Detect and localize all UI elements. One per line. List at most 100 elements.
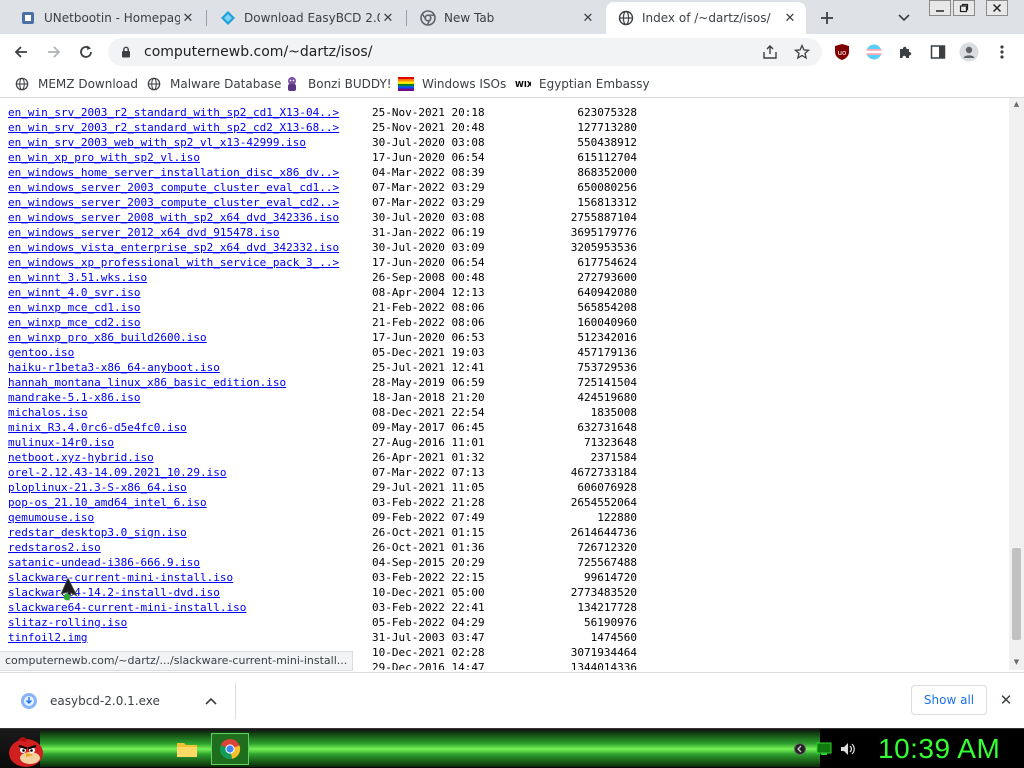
more-menu-icon[interactable] xyxy=(992,42,1012,62)
listing-row: redstar_desktop3.0_sign.iso 26-Oct-2021 0… xyxy=(8,525,648,540)
maximize-button[interactable] xyxy=(953,0,975,16)
file-link[interactable]: minix_R3.4.0rc6-d5e4fc0.iso xyxy=(8,420,187,435)
show-hidden-icons-icon[interactable] xyxy=(792,741,808,757)
scroll-up-arrow-icon[interactable]: ▲ xyxy=(1012,100,1021,109)
close-tab-icon[interactable]: ✕ xyxy=(180,10,196,26)
new-tab-button[interactable] xyxy=(815,6,839,30)
file-size: 550438912 xyxy=(577,136,637,149)
file-link[interactable]: en_windows_home_server_installation_disc… xyxy=(8,165,339,180)
file-link[interactable]: ploplinux-21.3-S-x86_64.iso xyxy=(8,480,187,495)
file-date: 04-Mar-2022 08:39 xyxy=(372,166,485,179)
file-date: 17-Jun-2020 06:54 xyxy=(372,256,485,269)
file-link[interactable]: satanic-undead-i386-666.9.iso xyxy=(8,555,200,570)
bookmark-windows-isos[interactable]: Windows ISOs xyxy=(398,74,506,94)
file-link[interactable]: slitaz-rolling.iso xyxy=(8,615,127,630)
share-icon[interactable] xyxy=(762,44,778,60)
file-link[interactable]: en_win_srv_2003_r2_standard_with_sp2_cd2… xyxy=(8,120,339,135)
scroll-down-arrow-icon[interactable]: ▼ xyxy=(1012,658,1021,667)
file-link[interactable]: en_winxp_mce_cd1.iso xyxy=(8,300,140,315)
file-link[interactable]: orel-2.12.43-14.09.2021_10.29.iso xyxy=(8,465,227,480)
file-link[interactable]: en_winxp_mce_cd2.iso xyxy=(8,315,140,330)
network-icon[interactable] xyxy=(816,741,832,757)
forward-arrow-icon xyxy=(48,46,61,58)
file-date: 28-May-2019 06:59 xyxy=(372,376,485,389)
file-link[interactable]: redstaros2.iso xyxy=(8,540,101,555)
close-shelf-icon[interactable]: ✕ xyxy=(995,689,1017,711)
bookmark-bonzi-buddy[interactable]: Bonzi BUDDY! xyxy=(284,74,392,94)
file-link[interactable]: en_windows_server_2003_compute_cluster_e… xyxy=(8,180,339,195)
file-link[interactable]: en_winnt_3.51.wks.iso xyxy=(8,270,147,285)
chrome-taskbar-icon[interactable] xyxy=(211,733,249,765)
profile-avatar-icon[interactable] xyxy=(959,42,979,62)
file-link[interactable]: haiku-r1beta3-x86_64-anyboot.iso xyxy=(8,360,220,375)
file-link[interactable]: slackware64-current-mini-install.iso xyxy=(8,600,246,615)
file-link[interactable]: en_windows_xp_professional_with_service_… xyxy=(8,255,339,270)
listing-row: redstaros2.iso 26-Oct-2021 01:36 726712320 xyxy=(8,540,648,555)
close-tab-icon[interactable]: ✕ xyxy=(580,10,596,26)
lock-icon[interactable] xyxy=(118,44,134,60)
scrollbar-thumb[interactable] xyxy=(1012,548,1021,640)
file-link[interactable]: qemumouse.iso xyxy=(8,510,94,525)
show-all-button[interactable]: Show all xyxy=(911,685,987,715)
address-bar[interactable]: computernewb.com/~dartz/isos/ xyxy=(108,38,822,66)
vertical-scrollbar[interactable]: ▲ ▼ xyxy=(1009,98,1024,670)
file-size: 4672733184 xyxy=(570,466,637,479)
bookmark-malware-database[interactable]: Malware Database xyxy=(146,74,281,94)
extensions-puzzle-icon[interactable] xyxy=(896,42,916,62)
file-link[interactable]: en_winxp_pro_x86_build2600.iso xyxy=(8,330,207,345)
file-link[interactable]: en_windows_server_2008_with_sp2_x64_dvd_… xyxy=(8,210,339,225)
close-window-button[interactable] xyxy=(986,0,1008,16)
close-tab-icon[interactable]: ✕ xyxy=(380,10,396,26)
file-link[interactable]: hannah_montana_linux_x86_basic_edition.i… xyxy=(8,375,286,390)
bookmark-star-icon[interactable] xyxy=(794,44,810,60)
reload-button[interactable] xyxy=(74,40,98,64)
ublock-origin-icon[interactable]: uo xyxy=(832,42,852,62)
file-explorer-icon[interactable] xyxy=(168,733,206,765)
tab-new-tab[interactable]: New Tab ✕ xyxy=(408,2,604,34)
file-link[interactable]: en_windows_server_2003_compute_cluster_e… xyxy=(8,195,339,210)
start-button-angry-bird-icon[interactable] xyxy=(6,731,46,768)
close-tab-icon[interactable]: ✕ xyxy=(782,10,798,26)
url-text[interactable]: computernewb.com/~dartz/isos/ xyxy=(144,44,372,60)
file-link[interactable]: en_win_srv_2003_web_with_sp2_vl_x13-4299… xyxy=(8,135,306,150)
download-item[interactable]: easybcd-2.0.1.exe xyxy=(12,683,236,719)
file-link[interactable]: en_windows_vista_enterprise_sp2_x64_dvd_… xyxy=(8,240,339,255)
bookmark-egyptian-embassy[interactable]: WIX Egyptian Embassy xyxy=(515,74,650,94)
file-link[interactable]: gentoo.iso xyxy=(8,345,74,360)
tab-search-chevron-icon[interactable] xyxy=(894,8,914,28)
file-link[interactable]: mulinux-14r0.iso xyxy=(8,435,114,450)
file-link[interactable]: en_win_srv_2003_r2_standard_with_sp2_cd1… xyxy=(8,105,339,120)
file-link[interactable]: slackware-current-mini-install.iso xyxy=(8,570,233,585)
listing-row: ploplinux-21.3-S-x86_64.iso 29-Jul-2021 1… xyxy=(8,480,648,495)
file-date: 05-Dec-2021 19:03 xyxy=(372,346,485,359)
file-link[interactable]: en_win_xp_pro_with_sp2_vl.iso xyxy=(8,150,200,165)
browser-toolbar: computernewb.com/~dartz/isos/ uo xyxy=(0,34,1024,70)
listing-row: en_windows_server_2003_compute_cluster_e… xyxy=(8,180,648,195)
file-link[interactable]: en_winnt_4.0_svr.iso xyxy=(8,285,140,300)
tab-index-of-isos[interactable]: Index of /~dartz/isos/ ✕ xyxy=(606,2,806,34)
bookmark-memz-download[interactable]: MEMZ Download xyxy=(14,74,138,94)
side-panel-icon[interactable] xyxy=(928,42,948,62)
file-link[interactable]: tinfoil2.img xyxy=(8,630,87,645)
forward-button[interactable] xyxy=(42,40,66,64)
file-link[interactable]: en_windows_server_2012_x64_dvd_915478.is… xyxy=(8,225,280,240)
minimize-button[interactable] xyxy=(929,0,951,16)
file-size: 606076928 xyxy=(577,481,637,494)
tab-unetbootin[interactable]: UNetbootin - Homepage ✕ xyxy=(8,2,204,34)
trans-flag-extension-icon[interactable] xyxy=(864,42,884,62)
file-link[interactable]: slackware64-14.2-install-dvd.iso xyxy=(8,585,220,600)
file-size: 2773483520 xyxy=(570,586,637,599)
chevron-up-icon[interactable] xyxy=(199,689,223,713)
file-size: 1835008 xyxy=(590,406,637,419)
volume-icon[interactable] xyxy=(840,741,856,757)
back-button[interactable] xyxy=(9,40,33,64)
file-date: 31-Jul-2003 03:47 xyxy=(372,631,485,644)
file-link[interactable]: mandrake-5.1-x86.iso xyxy=(8,390,140,405)
file-link[interactable]: netboot.xyz-hybrid.iso xyxy=(8,450,154,465)
file-link[interactable]: redstar_desktop3.0_sign.iso xyxy=(8,525,187,540)
listing-row: en_windows_vista_enterprise_sp2_x64_dvd_… xyxy=(8,240,648,255)
tab-easybcd[interactable]: Download EasyBCD 2.0.1 ✕ xyxy=(208,2,404,34)
listing-row: en_win_srv_2003_r2_standard_with_sp2_cd1… xyxy=(8,105,648,120)
file-link[interactable]: pop-os_21.10_amd64_intel_6.iso xyxy=(8,495,207,510)
file-link[interactable]: michalos.iso xyxy=(8,405,87,420)
